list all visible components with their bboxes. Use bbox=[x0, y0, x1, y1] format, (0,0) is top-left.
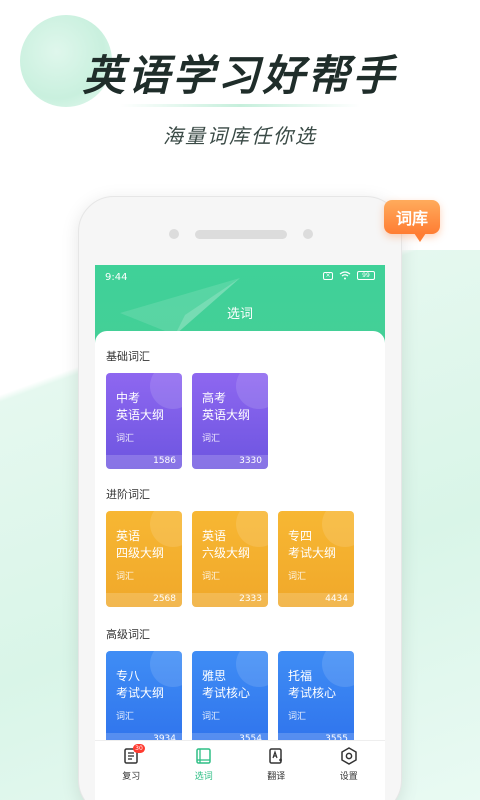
wordbook-card[interactable]: 雅思 考试核心 词汇 3554 bbox=[192, 651, 268, 747]
phone-screen: 9:44 × 99 选词 基础词汇 中考 英语大纲 词汇 1586 高考 英语大… bbox=[95, 265, 385, 800]
card-title-line1: 托福 bbox=[288, 669, 313, 683]
nav-label: 选词 bbox=[194, 772, 213, 782]
wordbook-card[interactable]: 托福 考试核心 词汇 3555 bbox=[278, 651, 354, 747]
card-word-count: 3330 bbox=[239, 456, 262, 466]
promo-subline: 海量词库任你选 bbox=[163, 124, 317, 148]
phone-sensor bbox=[169, 229, 179, 239]
nav-item-review[interactable]: 30 复习 bbox=[95, 741, 168, 785]
card-title-line1: 高考 bbox=[202, 391, 227, 405]
card-title-line1: 英语 bbox=[202, 529, 227, 543]
card-word-count: 2333 bbox=[239, 594, 262, 604]
wordbook-list: 基础词汇 中考 英语大纲 词汇 1586 高考 英语大纲 词汇 3330 进阶词… bbox=[95, 331, 385, 751]
status-time: 9:44 bbox=[105, 272, 128, 283]
nav-item-select-words[interactable]: 选词 bbox=[168, 741, 241, 785]
battery-icon: 99 bbox=[357, 271, 375, 280]
card-subtitle: 词汇 bbox=[202, 572, 221, 582]
card-word-count: 4434 bbox=[325, 594, 348, 604]
wordbook-card[interactable]: 英语 六级大纲 词汇 2333 bbox=[192, 511, 268, 607]
card-title-line2: 英语大纲 bbox=[116, 408, 165, 422]
review-count-badge: 30 bbox=[133, 744, 145, 753]
wordbook-card[interactable]: 专四 考试大纲 词汇 4434 bbox=[278, 511, 354, 607]
card-title-line2: 六级大纲 bbox=[202, 546, 251, 560]
section-title-advanced: 高级词汇 bbox=[106, 628, 150, 644]
section-title-basic: 基础词汇 bbox=[106, 350, 150, 366]
nav-label: 翻译 bbox=[267, 772, 286, 782]
card-title-line2: 考试大纲 bbox=[116, 686, 165, 700]
wordbook-card[interactable]: 中考 英语大纲 词汇 1586 bbox=[106, 373, 182, 469]
card-title-line2: 四级大纲 bbox=[116, 546, 165, 560]
headline-underline bbox=[120, 104, 360, 107]
card-subtitle: 词汇 bbox=[116, 434, 135, 444]
page-title: 选词 bbox=[226, 307, 253, 322]
card-title-line2: 英语大纲 bbox=[202, 408, 251, 422]
card-subtitle: 词汇 bbox=[202, 434, 221, 444]
bottom-nav: 30 复习 选词 翻译 设置 bbox=[95, 740, 385, 785]
wordbook-card[interactable]: 高考 英语大纲 词汇 3330 bbox=[192, 373, 268, 469]
card-title-line1: 雅思 bbox=[202, 669, 227, 683]
card-title-line1: 专四 bbox=[288, 529, 313, 543]
phone-speaker bbox=[195, 230, 287, 239]
card-title-line2: 考试核心 bbox=[288, 686, 337, 700]
phone-camera bbox=[303, 229, 313, 239]
card-title-line2: 考试大纲 bbox=[288, 546, 337, 560]
nav-label: 复习 bbox=[122, 772, 141, 782]
card-subtitle: 词汇 bbox=[202, 712, 221, 722]
card-subtitle: 词汇 bbox=[116, 712, 135, 722]
card-title-line2: 考试核心 bbox=[202, 686, 251, 700]
nav-item-translate[interactable]: 翻译 bbox=[240, 741, 313, 785]
card-title-line1: 中考 bbox=[116, 391, 141, 405]
settings-icon bbox=[341, 747, 357, 765]
nav-item-settings[interactable]: 设置 bbox=[313, 741, 386, 785]
sim-icon: × bbox=[323, 271, 333, 280]
wordbook-card[interactable]: 专八 考试大纲 词汇 3934 bbox=[106, 651, 182, 747]
section-title-intermediate: 进阶词汇 bbox=[106, 488, 150, 504]
status-icons: × 99 bbox=[323, 271, 375, 280]
card-word-count: 2568 bbox=[153, 594, 176, 604]
card-subtitle: 词汇 bbox=[288, 712, 307, 722]
translate-icon bbox=[269, 748, 283, 764]
wifi-icon bbox=[339, 271, 351, 280]
card-subtitle: 词汇 bbox=[288, 572, 307, 582]
card-word-count: 1586 bbox=[153, 456, 176, 466]
card-title-line1: 专八 bbox=[116, 669, 141, 683]
promo-headline: 英语学习好帮手 bbox=[82, 51, 398, 100]
wordbank-tag: 词库 bbox=[384, 200, 440, 242]
wordbook-card[interactable]: 英语 四级大纲 词汇 2568 bbox=[106, 511, 182, 607]
nav-label: 设置 bbox=[339, 772, 358, 782]
wordbook-icon bbox=[196, 748, 211, 764]
card-title-line1: 英语 bbox=[116, 529, 141, 543]
card-subtitle: 词汇 bbox=[116, 572, 135, 582]
